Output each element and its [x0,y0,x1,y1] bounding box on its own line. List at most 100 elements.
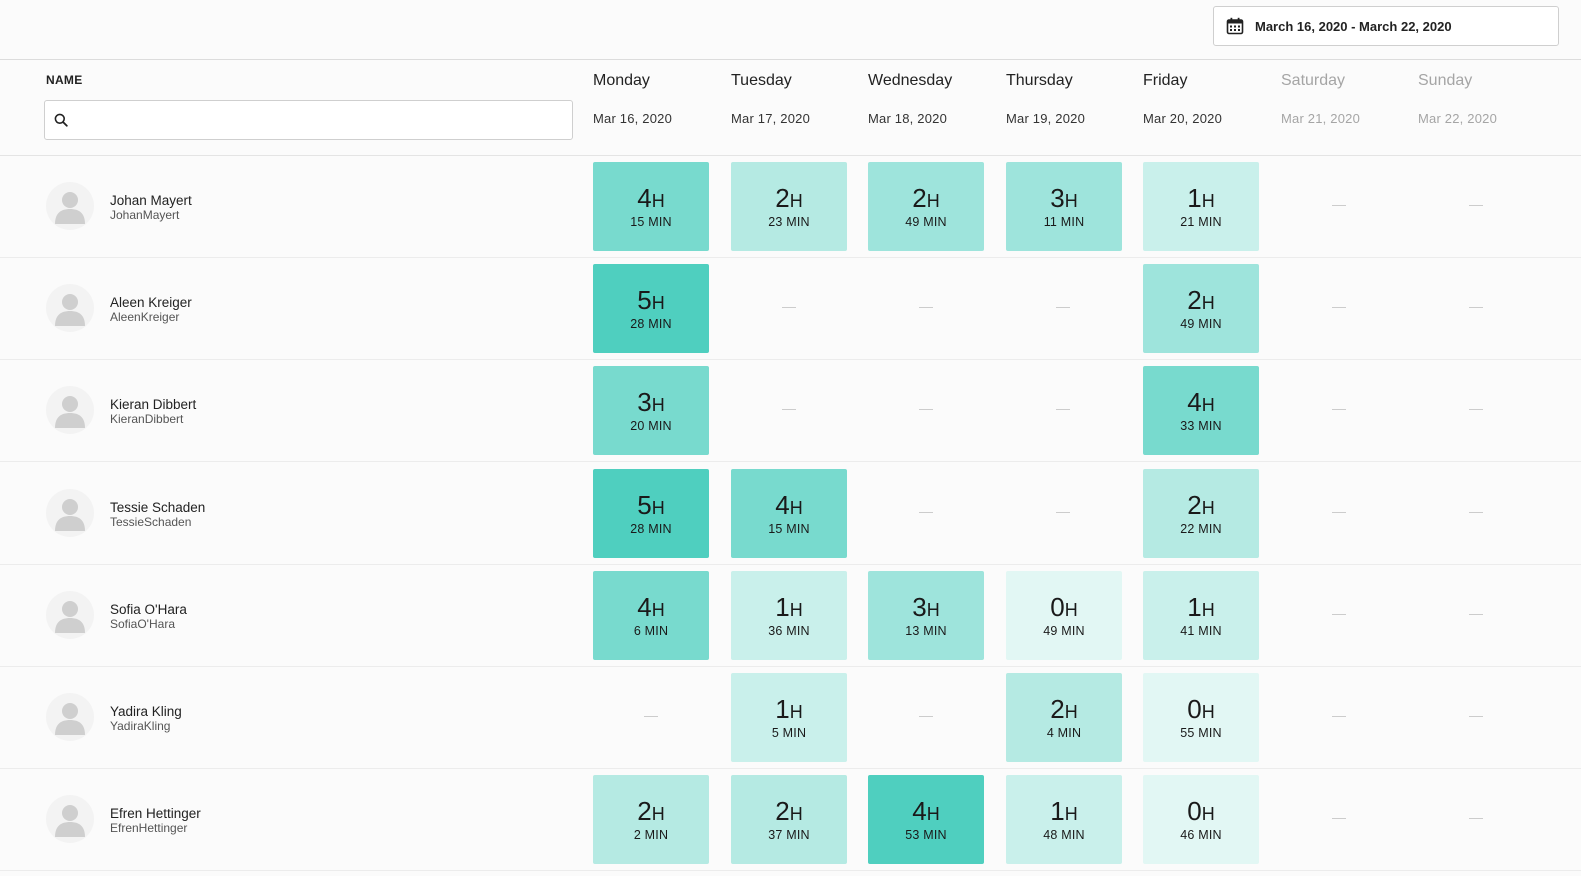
minutes-value: 37 MIN [768,828,810,842]
hours-value: 3H [637,388,664,419]
time-entry-cell[interactable]: 4H 15 MIN [731,468,847,558]
day-name: Friday [1143,72,1188,89]
minutes-number: 37 [768,828,783,843]
hours-unit: H [651,293,665,314]
table-row: Kieran Dibbert KieranDibbert 3H 20 MIN 4H 33 … [0,360,1581,463]
day-date: Mar 22, 2020 [1418,111,1498,126]
time-entry-cell[interactable]: 3H 20 MIN [593,366,709,456]
hours-unit: H [1064,191,1078,211]
name-search-box[interactable] [44,100,573,140]
person-username: EfrenHettinger [110,821,188,836]
hours-number: 0 [1187,694,1202,724]
minutes-number: 20 [630,419,645,434]
minutes-unit: MIN [1061,828,1085,843]
time-entry-cell[interactable]: 2H 23 MIN [731,162,847,251]
hours-value: 1H [775,695,802,726]
minutes-number: 49 [905,215,920,229]
time-entry-cell[interactable]: 4H 33 MIN [1143,366,1259,456]
minutes-number: 49 [1043,623,1058,638]
hours-value: 2H [912,184,939,215]
time-entry-cell[interactable]: 2H 37 MIN [731,775,847,865]
empty-entry-dash [1469,613,1483,615]
time-entry-cell[interactable]: 2H 49 MIN [868,162,984,251]
hours-value: 0H [1050,593,1077,624]
minutes-unit: MIN [648,215,672,229]
hours-number: 1 [1187,591,1202,622]
hours-number: 2 [1187,285,1202,316]
time-entry-cell[interactable]: 2H 4 MIN [1006,673,1122,762]
minutes-number: 2 [633,828,641,843]
empty-entry-dash [644,716,658,717]
hours-unit: H [651,804,665,825]
hours-value: 2H [1187,491,1214,522]
table-row: Efren Hettinger EfrenHettinger 2H 2 MIN 2H 37… [0,769,1581,872]
minutes-value: 22 MIN [1180,522,1222,536]
user-avatar-icon [55,294,85,327]
empty-entry-dash [1332,205,1346,206]
hours-unit: H [1064,599,1078,620]
hours-unit: H [1064,702,1078,722]
time-entry-cell[interactable]: 2H 22 MIN [1143,468,1259,558]
avatar [46,795,94,844]
table-row: Sofia O'Hara SofiaO'Hara 4H 6 MIN 1H 36 MIN 3H… [0,565,1581,667]
minutes-number: 36 [768,623,783,638]
time-entry-cell[interactable]: 2H 49 MIN [1143,264,1259,354]
hours-number: 2 [912,183,927,213]
time-entry-cell[interactable]: 0H 46 MIN [1143,775,1259,865]
person-name: Yadira Kling [110,704,182,719]
time-entry-cell[interactable]: 0H 49 MIN [1006,570,1122,660]
empty-entry-dash [919,307,933,309]
search-input[interactable] [79,105,559,135]
avatar [46,488,94,537]
time-entry-cell[interactable]: 1H 5 MIN [731,673,847,762]
person-username: JohanMayert [110,208,180,222]
minutes-unit: MIN [1198,419,1222,434]
time-entry-cell[interactable]: 4H 53 MIN [868,775,984,865]
time-entry-cell[interactable]: 3H 11 MIN [1006,162,1122,251]
time-entry-cell[interactable]: 4H 15 MIN [593,162,709,251]
minutes-number: 15 [630,215,645,229]
minutes-number: 55 [1180,726,1195,740]
date-range-picker[interactable]: March 16, 2020 - March 22, 2020 [1213,6,1559,46]
time-entry-cell[interactable]: 0H 55 MIN [1143,673,1259,762]
minutes-number: 46 [1180,828,1195,843]
person-username: YadiraKling [110,719,171,733]
minutes-value: 23 MIN [768,215,810,229]
hours-number: 2 [1050,694,1065,724]
minutes-number: 41 [1180,623,1195,638]
person-username: AleenKreiger [110,310,180,325]
time-entry-cell[interactable]: 4H 6 MIN [593,570,709,660]
table-row: Tessie Schaden TessieSchaden 5H 28 MIN 4H 15 … [0,463,1581,565]
user-avatar-icon [55,805,85,838]
time-entry-cell[interactable]: 1H 41 MIN [1143,570,1259,660]
minutes-value: 49 MIN [1180,317,1222,331]
time-entry-cell[interactable]: 2H 2 MIN [593,775,709,865]
empty-entry-dash [919,716,933,717]
hours-unit: H [789,804,803,825]
day-name: Wednesday [868,72,953,89]
minutes-value: 33 MIN [1180,419,1222,433]
time-entry-cell[interactable]: 3H 13 MIN [868,570,984,660]
time-entry-cell[interactable]: 5H 28 MIN [593,468,709,558]
time-entry-cell[interactable]: 1H 48 MIN [1006,775,1122,865]
minutes-unit: MIN [1198,726,1222,740]
hours-value: 4H [637,593,664,624]
hours-number: 4 [637,591,652,622]
time-entry-cell[interactable]: 5H 28 MIN [593,264,709,354]
hours-value: 2H [775,184,802,215]
hours-value: 4H [637,184,664,215]
minutes-unit: MIN [644,828,669,843]
minutes-unit: MIN [1198,521,1222,536]
minutes-number: 6 [633,623,641,638]
hours-unit: H [926,191,940,211]
day-date: Mar 19, 2020 [1006,111,1086,126]
time-entry-cell[interactable]: 1H 21 MIN [1143,162,1259,251]
minutes-value: 4 MIN [1047,726,1081,740]
empty-entry-dash [1469,818,1483,820]
empty-entry-dash [1332,409,1346,411]
empty-entry-dash [1056,511,1070,513]
hours-unit: H [651,395,665,416]
hours-number: 3 [912,591,927,622]
empty-entry-dash [782,409,796,411]
time-entry-cell[interactable]: 1H 36 MIN [731,570,847,660]
